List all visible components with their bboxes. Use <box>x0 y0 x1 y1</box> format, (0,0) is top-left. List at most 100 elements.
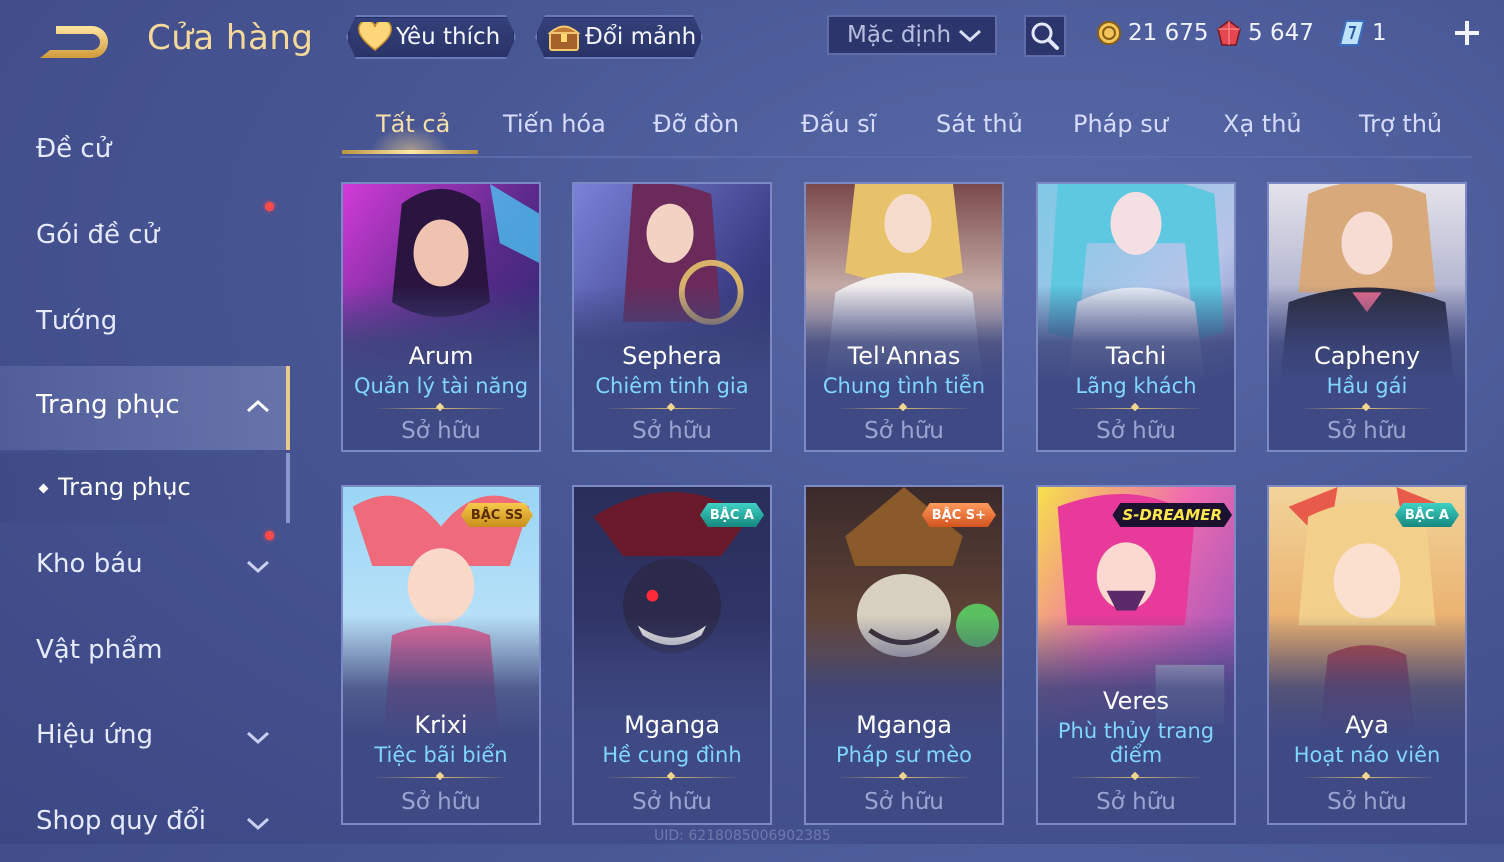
tier-badge: BẬC A <box>700 503 764 527</box>
owned-status: Sở hữu <box>632 789 712 815</box>
sidebar-item-label: Đề cử <box>36 134 112 164</box>
sort-value: Mặc định <box>847 22 952 48</box>
sidebar-item-effects[interactable]: Hiệu ứng <box>0 696 286 776</box>
card-divider <box>836 408 972 409</box>
chevron-down-icon <box>957 26 983 52</box>
favorite-label: Yêu thích <box>396 24 501 50</box>
search-button[interactable] <box>1024 15 1066 57</box>
voucher-icon <box>1338 19 1366 47</box>
skin-card[interactable]: Capheny Hầu gái Sở hữu <box>1267 182 1467 452</box>
sidebar-item-label: Kho báu <box>36 549 143 579</box>
chevron-down-icon <box>245 814 271 838</box>
exchange-shards-button[interactable]: Đổi mảnh <box>535 15 703 59</box>
sort-dropdown[interactable]: Mặc định <box>827 15 997 55</box>
hero-name: Sephera <box>622 342 722 370</box>
skin-name: Hoạt náo viên <box>1293 743 1441 767</box>
sidebar-item-items[interactable]: Vật phẩm <box>0 611 286 691</box>
voucher-amount: 1 <box>1372 20 1387 46</box>
owned-status: Sở hữu <box>401 418 481 444</box>
skin-card[interactable]: BẬC A Mganga Hề cung đình Sở hữu <box>572 485 772 825</box>
heart-icon <box>358 22 392 52</box>
card-divider <box>373 777 509 778</box>
owned-status: Sở hữu <box>401 789 481 815</box>
sidebar-item-skins[interactable]: Trang phục <box>0 366 290 450</box>
skin-card[interactable]: Tel'Annas Chung tình tiễn Sở hữu <box>804 182 1004 452</box>
tab-assassin[interactable]: Sát thủ <box>936 110 1023 138</box>
ruby-amount: 5 647 <box>1248 20 1314 46</box>
card-divider <box>1299 408 1435 409</box>
page-title: Cửa hàng <box>147 18 314 58</box>
voucher-currency: 1 <box>1338 16 1387 50</box>
hero-name: Krixi <box>414 711 468 739</box>
search-icon <box>1030 21 1060 51</box>
ruby-currency: 5 647 <box>1216 16 1314 50</box>
sidebar-item-label: Gói đề cử <box>36 220 160 250</box>
skin-name: Phù thủy trang điểm <box>1057 719 1215 767</box>
card-divider <box>1299 777 1435 778</box>
owned-status: Sở hữu <box>632 418 712 444</box>
hero-name: Veres <box>1103 687 1169 715</box>
skin-card[interactable]: Sephera Chiêm tinh gia Sở hữu <box>572 182 772 452</box>
tab-mage[interactable]: Pháp sư <box>1073 110 1168 138</box>
skin-card[interactable]: BẬC A Aya Hoạt náo viên Sở hữu <box>1267 485 1467 825</box>
tab-marksman[interactable]: Xạ thủ <box>1223 110 1302 138</box>
sidebar-item-featured-bundles[interactable]: Gói đề cử <box>0 196 286 276</box>
ruby-gem-icon <box>1216 19 1242 47</box>
tab-all[interactable]: Tất cả <box>376 110 450 138</box>
sidebar-item-label: Hiệu ứng <box>36 720 153 750</box>
skin-card[interactable]: Arum Quản lý tài năng Sở hữu <box>341 182 541 452</box>
hero-name: Tel'Annas <box>847 342 961 370</box>
skin-card[interactable]: BẬC SS Krixi Tiệc bãi biển Sở hữu <box>341 485 541 825</box>
skin-name: Chiêm tinh gia <box>595 374 749 398</box>
sidebar-subitem-label: Trang phục <box>58 473 191 501</box>
sidebar-subitem-skins[interactable]: Trang phục <box>0 453 290 523</box>
chevron-down-icon <box>245 728 271 752</box>
card-divider <box>373 408 509 409</box>
hero-name: Mganga <box>624 711 720 739</box>
owned-status: Sở hữu <box>1096 418 1176 444</box>
owned-status: Sở hữu <box>1327 789 1407 815</box>
skin-name: Quản lý tài năng <box>353 374 529 398</box>
event-badge: S-DREAMER <box>1112 503 1232 527</box>
tab-tank[interactable]: Đỡ đòn <box>653 110 739 138</box>
sidebar-item-label: Trang phục <box>36 390 180 420</box>
tab-fighter[interactable]: Đấu sĩ <box>801 110 876 138</box>
treasure-chest-icon <box>547 20 581 54</box>
card-divider <box>836 777 972 778</box>
skin-card[interactable]: Tachi Lãng khách Sở hữu <box>1036 182 1236 452</box>
add-currency-button[interactable] <box>1450 16 1484 50</box>
skin-name: Pháp sư mèo <box>836 743 972 767</box>
sidebar-item-treasure[interactable]: Kho báu <box>0 525 286 605</box>
skin-card[interactable]: BẬC S+ Mganga Pháp sư mèo Sở hữu <box>804 485 1004 825</box>
sidebar-item-exchange-shop[interactable]: Shop quy đổi <box>0 782 286 862</box>
owned-status: Sở hữu <box>1096 789 1176 815</box>
tier-badge: BẬC A <box>1395 503 1459 527</box>
tab-evolution[interactable]: Tiến hóa <box>503 110 606 138</box>
top-bar: Cửa hàng Yêu thích Đổi mảnh Mặc định 21 … <box>0 0 1504 80</box>
hero-name: Arum <box>408 342 474 370</box>
favorite-button[interactable]: Yêu thích <box>346 15 516 59</box>
category-tabs: Tất cả Tiến hóa Đỡ đòn Đấu sĩ Sát thủ Ph… <box>340 102 1472 158</box>
tier-badge: BẬC S+ <box>922 503 996 527</box>
back-arrow-icon[interactable] <box>34 20 118 64</box>
chevron-up-icon <box>245 396 271 420</box>
skin-card[interactable]: S-DREAMER Veres Phù thủy trang điểm Sở h… <box>1036 485 1236 825</box>
owned-status: Sở hữu <box>1327 418 1407 444</box>
sidebar-item-featured[interactable]: Đề cử <box>0 110 286 190</box>
card-divider <box>604 777 740 778</box>
skin-name: Lãng khách <box>1075 374 1197 398</box>
sidebar-item-heroes[interactable]: Tướng <box>0 282 286 362</box>
plus-icon <box>1450 16 1484 50</box>
tab-support[interactable]: Trợ thủ <box>1359 110 1442 138</box>
hero-name: Mganga <box>856 711 952 739</box>
chevron-down-icon <box>245 557 271 581</box>
skin-name: Tiệc bãi biển <box>374 743 508 767</box>
user-id: UID: 6218085006902385 <box>654 828 831 844</box>
diamond-bullet-icon <box>38 483 49 494</box>
hero-name: Tachi <box>1105 342 1167 370</box>
skin-name: Chung tình tiễn <box>822 374 986 398</box>
hero-name: Capheny <box>1313 342 1421 370</box>
gold-coin-icon <box>1096 20 1122 46</box>
gold-amount: 21 675 <box>1128 20 1209 46</box>
owned-status: Sở hữu <box>864 418 944 444</box>
